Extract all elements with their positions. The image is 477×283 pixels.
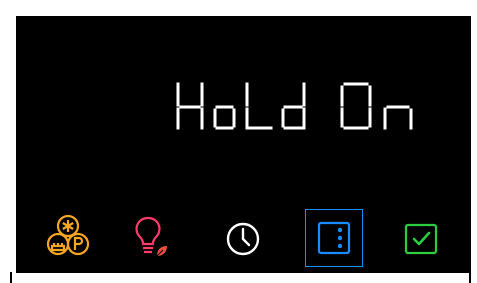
status-display: Hold On xyxy=(175,82,415,130)
panel-edge xyxy=(10,272,12,283)
panel-edge xyxy=(469,16,471,283)
door-button[interactable] xyxy=(305,209,363,267)
clock-icon xyxy=(226,222,260,256)
light-button[interactable] xyxy=(130,216,170,260)
timer-button[interactable] xyxy=(224,220,262,258)
mode-button[interactable] xyxy=(44,212,92,260)
segment-display-graphic xyxy=(176,82,413,130)
checkbox-check-icon xyxy=(404,223,438,255)
screen-frame: Hold On xyxy=(0,0,477,283)
door-panel-icon xyxy=(317,221,351,255)
confirm-button[interactable] xyxy=(402,219,442,259)
freeze-party-mode-icon xyxy=(46,214,90,256)
eco-light-bulb-icon xyxy=(135,216,167,257)
